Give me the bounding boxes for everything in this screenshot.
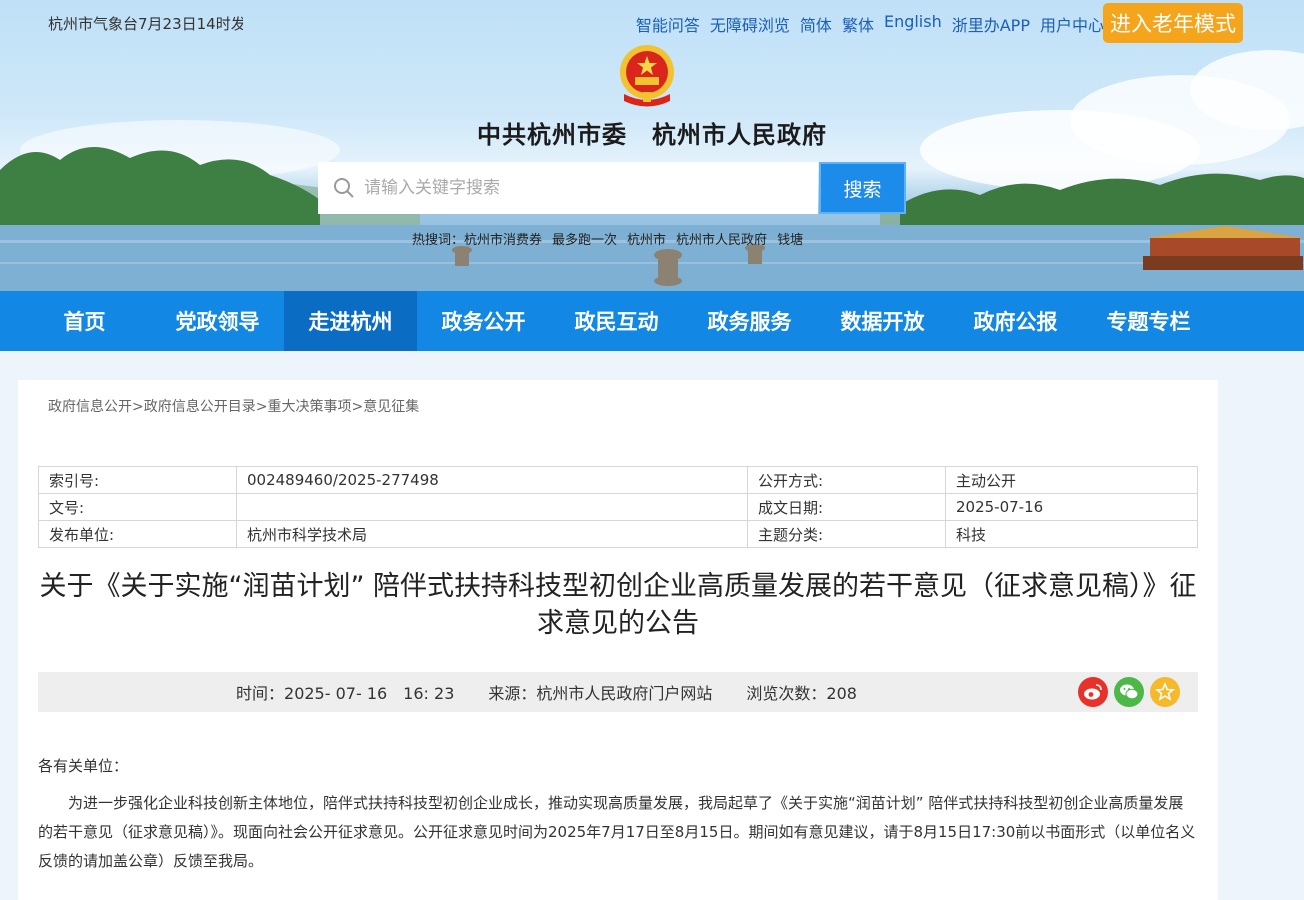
salutation: 各有关单位： [38,752,1198,781]
link-zlb-app[interactable]: 浙里办APP [952,12,1030,36]
elder-mode-button[interactable]: 进入老年模式 [1103,3,1243,43]
publish-time: 2025- 07- 16 16: 23 [284,684,454,703]
nav-services[interactable]: 政务服务 [683,291,816,351]
nav-special-topics[interactable]: 专题专栏 [1082,291,1215,351]
hot-term[interactable]: 杭州市 [627,229,666,248]
meta-value: 杭州市科学技术局 [237,521,748,548]
table-row: 索引号: 002489460/2025-277498 公开方式: 主动公开 [39,467,1198,494]
meta-value: 002489460/2025-277498 [237,467,748,494]
link-smart-qa[interactable]: 智能问答 [636,12,700,36]
breadcrumb-item[interactable]: 政府信息公开目录 [144,399,256,415]
link-user-center[interactable]: 用户中心 [1040,12,1104,36]
header-banner: 杭州市气象台7月23日14时发布 智能问答 无障碍浏览 简体 繁体 Englis… [0,0,1304,291]
breadcrumb-item[interactable]: 意见征集 [363,399,419,415]
source-label: 来源： [488,684,536,703]
main-nav: 首页 党政领导 走进杭州 政务公开 政民互动 政务服务 数据开放 政府公报 专题… [0,291,1304,351]
body-paragraph: 为进一步强化企业科技创新主体地位，陪伴式扶持科技型初创企业成长，推动实现高质量发… [38,789,1198,876]
link-simplified[interactable]: 简体 [800,12,832,36]
meta-label: 文号: [39,494,237,521]
table-row: 发布单位: 杭州市科学技术局 主题分类: 科技 [39,521,1198,548]
table-row: 文号: 成文日期: 2025-07-16 [39,494,1198,521]
weibo-icon[interactable] [1078,677,1108,707]
search-box [318,162,818,214]
national-emblem-icon [616,44,678,110]
link-accessibility[interactable]: 无障碍浏览 [710,12,790,36]
article-info-bar: 时间：2025- 07- 16 16: 23 来源：杭州市人民政府门户网站 浏览… [38,672,1198,712]
share-buttons [1078,677,1180,707]
article-body: 各有关单位： 为进一步强化企业科技创新主体地位，陪伴式扶持科技型初创企业成长，推… [38,752,1198,876]
nav-open-data[interactable]: 数据开放 [816,291,949,351]
meta-label: 成文日期: [748,494,946,521]
favorite-star-icon[interactable] [1150,677,1180,707]
meta-value: 主动公开 [946,467,1198,494]
breadcrumb-item[interactable]: 政府信息公开 [48,399,132,415]
link-traditional[interactable]: 繁体 [842,12,874,36]
link-english[interactable]: English [884,12,942,36]
meta-value: 2025-07-16 [946,494,1198,521]
weather-ticker[interactable]: 杭州市气象台7月23日14时发布 [48,13,243,34]
breadcrumb: 政府信息公开>政府信息公开目录>重大决策事项>意见征集 [48,396,419,416]
nav-home[interactable]: 首页 [18,291,151,351]
meta-label: 公开方式: [748,467,946,494]
wechat-icon[interactable] [1114,677,1144,707]
meta-label: 主题分类: [748,521,946,548]
meta-value: 科技 [946,521,1198,548]
time-label: 时间： [236,684,284,703]
breadcrumb-item[interactable]: 重大决策事项 [267,399,351,415]
views-label: 浏览次数： [746,684,826,703]
nav-party-leadership[interactable]: 党政领导 [151,291,284,351]
site-title: 中共杭州市委 杭州市人民政府 [0,115,1304,150]
document-meta-table: 索引号: 002489460/2025-277498 公开方式: 主动公开 文号… [38,466,1198,548]
hot-term[interactable]: 热搜词：杭州市消费券 [412,229,542,248]
hot-term[interactable]: 最多跑一次 [552,229,617,248]
hot-search-terms: 热搜词：杭州市消费券 最多跑一次 杭州市 杭州市人民政府 钱塘 [412,229,803,248]
search-input[interactable] [364,178,794,198]
hot-term[interactable]: 钱塘 [777,229,803,248]
meta-label: 发布单位: [39,521,237,548]
view-count: 208 [826,684,857,703]
top-links: 智能问答 无障碍浏览 简体 繁体 English 浙里办APP 用户中心 [636,12,1104,36]
nav-interaction[interactable]: 政民互动 [550,291,683,351]
article-title: 关于《关于实施“润苗计划” 陪伴式扶持科技型初创企业高质量发展的若干意见（征求意… [38,568,1198,642]
source-value: 杭州市人民政府门户网站 [536,684,712,703]
hot-term[interactable]: 杭州市人民政府 [676,229,767,248]
nav-about-hangzhou[interactable]: 走进杭州 [284,291,417,351]
nav-gazette[interactable]: 政府公报 [949,291,1082,351]
magnifier-icon [332,176,356,200]
content-panel: 政府信息公开>政府信息公开目录>重大决策事项>意见征集 索引号: 0024894… [18,380,1218,900]
meta-label: 索引号: [39,467,237,494]
meta-value [237,494,748,521]
nav-gov-affairs-open[interactable]: 政务公开 [417,291,550,351]
search-button[interactable]: 搜索 [819,162,906,214]
